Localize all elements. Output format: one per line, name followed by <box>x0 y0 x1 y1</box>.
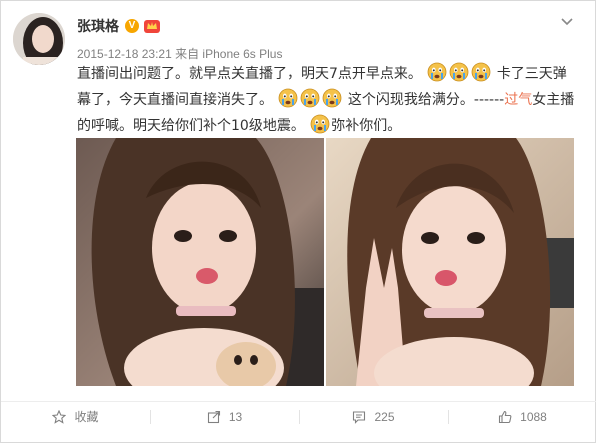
post-source: 来自 iPhone 6s Plus <box>175 47 283 61</box>
text-part-1: 直播间出问题了。就早点关直播了，明天7点开早点来。 <box>77 66 422 82</box>
crying-face-icon <box>471 62 491 82</box>
comment-count: 225 <box>374 409 395 424</box>
verified-badge-icon: V <box>125 19 139 33</box>
text-part-6: 弥补你们。 <box>331 118 402 134</box>
author-name[interactable]: 张琪格 <box>77 16 119 36</box>
thumbs-up-icon <box>499 410 512 423</box>
comment-icon <box>353 410 366 424</box>
share-icon <box>207 410 220 423</box>
star-icon <box>52 409 67 424</box>
crying-face-icon <box>427 62 447 82</box>
crying-face-icon <box>322 88 342 108</box>
post-photo-1[interactable] <box>76 138 324 386</box>
favorite-button[interactable]: 收藏 <box>1 402 150 431</box>
avatar[interactable] <box>13 13 65 65</box>
weibo-post-card: 张琪格 V 2015-12-18 23:21 来自 iPhone 6s Plus… <box>0 0 596 443</box>
crying-face-icon <box>300 88 320 108</box>
crying-face-icon <box>278 88 298 108</box>
crown-icon[interactable] <box>143 18 161 34</box>
author-row: 张琪格 V <box>77 16 161 36</box>
post-time[interactable]: 2015-12-18 23:21 <box>77 47 172 61</box>
comment-button[interactable]: 225 <box>299 402 448 431</box>
crying-face-icon <box>310 114 330 134</box>
repost-button[interactable]: 13 <box>150 402 299 431</box>
post-photo-2[interactable] <box>326 138 574 386</box>
like-count: 1088 <box>520 409 547 424</box>
post-text: 直播间出问题了。就早点关直播了，明天7点开早点来。 卡了三天弹幕了，今天直播间直… <box>77 61 577 139</box>
action-bar: 收藏 13 225 1088 <box>1 401 596 431</box>
text-part-3: 这个闪现我给满分。------ <box>347 92 505 108</box>
highlight-link[interactable]: 过气 <box>504 92 532 108</box>
repost-count: 13 <box>228 409 243 424</box>
favorite-label: 收藏 <box>74 410 99 424</box>
chevron-down-icon[interactable] <box>559 15 575 27</box>
crying-face-icon <box>449 62 469 82</box>
like-button[interactable]: 1088 <box>448 402 596 431</box>
post-meta: 2015-12-18 23:21 来自 iPhone 6s Plus <box>77 45 282 62</box>
